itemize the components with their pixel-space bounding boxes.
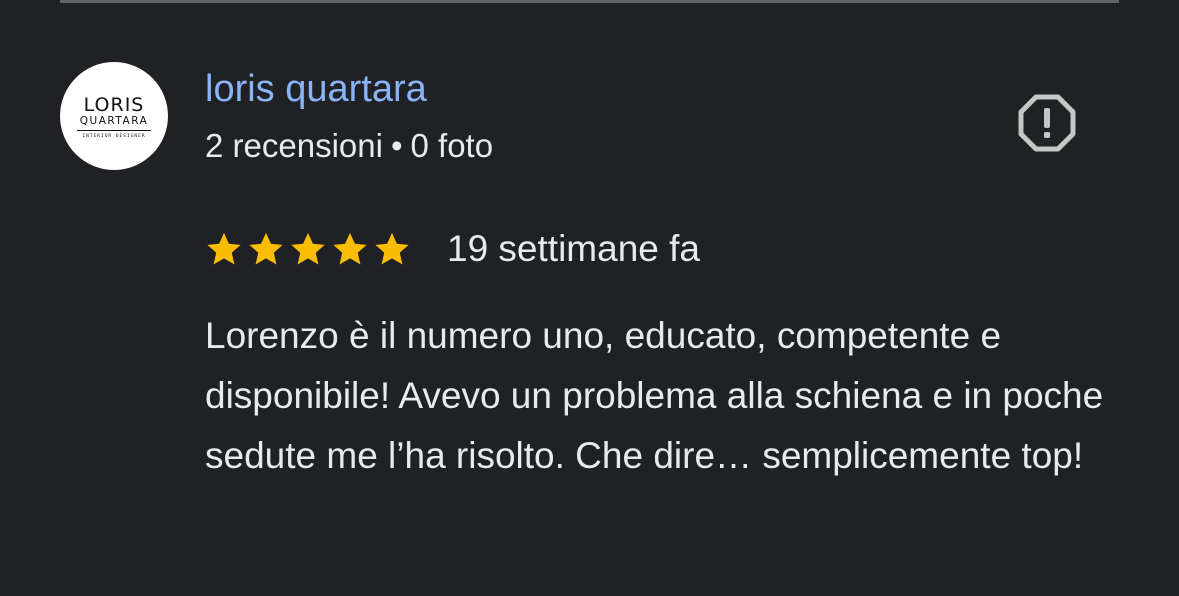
star-icon bbox=[291, 232, 325, 265]
avatar-logo-line1: LORIS bbox=[83, 93, 145, 116]
avatar-logo-line3: INTERIOR DESIGNER bbox=[82, 133, 146, 139]
star-icon bbox=[333, 232, 367, 265]
meta-separator: • bbox=[390, 127, 403, 164]
review-date: 19 settimane fa bbox=[447, 228, 700, 269]
star-icon bbox=[207, 232, 241, 265]
rating-row: 19 settimane fa bbox=[205, 226, 700, 272]
avatar[interactable]: LORIS QUARTARA INTERIOR DESIGNER bbox=[60, 62, 168, 170]
star-icon bbox=[375, 232, 409, 265]
avatar-logo-line2: QUARTARA bbox=[79, 114, 149, 127]
reviewer-meta: 2 recensioni • 0 foto bbox=[205, 125, 493, 167]
top-divider bbox=[60, 0, 1119, 3]
star-rating bbox=[205, 230, 411, 268]
review-text: Lorenzo è il numero uno, educato, compet… bbox=[205, 315, 1104, 476]
photos-count: 0 foto bbox=[410, 127, 494, 164]
reviewer-name[interactable]: loris quartara bbox=[205, 66, 427, 112]
reviews-count: 2 recensioni bbox=[205, 127, 383, 164]
star-icon bbox=[249, 232, 283, 265]
report-octagon-icon[interactable] bbox=[1018, 94, 1076, 152]
avatar-logo-rule bbox=[77, 129, 151, 131]
